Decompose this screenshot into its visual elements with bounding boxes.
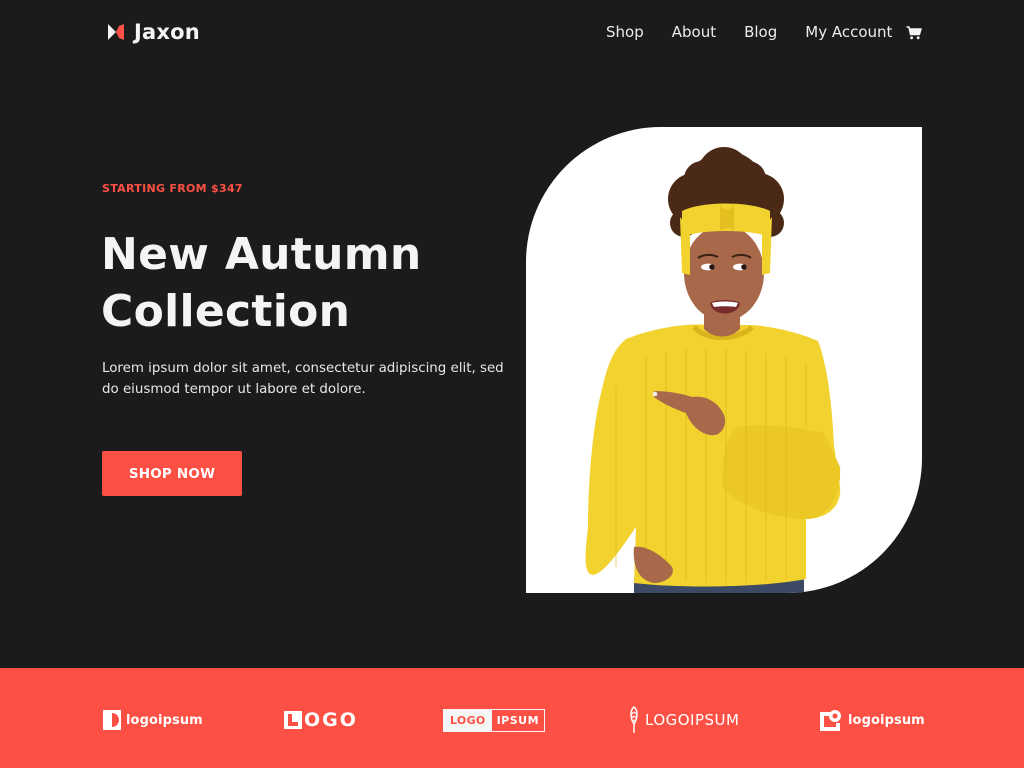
logo-2-letter-g: G — [322, 709, 338, 731]
brand-name: Jaxon — [134, 20, 200, 44]
hero-description: Lorem ipsum dolor sit amet, consectetur … — [102, 361, 504, 397]
half-circle-square-icon — [103, 710, 121, 730]
cart-button[interactable] — [906, 25, 923, 40]
nav-about[interactable]: About — [672, 23, 716, 41]
partner-logo-logo-ipsum-boxed: LOGO IPSUM — [443, 706, 546, 734]
shopping-cart-icon — [906, 25, 923, 39]
nav-blog[interactable]: Blog — [744, 23, 777, 41]
boxed-logo-right: IPSUM — [496, 713, 540, 727]
logo-2-letter-o: O — [304, 709, 321, 731]
hero-image — [526, 127, 922, 593]
logo-2-letter-o2: O — [339, 709, 356, 731]
square-l-icon — [284, 711, 302, 729]
hero-eyebrow-price: STARTING FROM $347 — [102, 182, 243, 195]
partner-logos-band: logoipsum O G O LOGO IPSUM LOGOIPSUM log… — [0, 668, 1024, 768]
hero-title-line-1: New Autumn — [101, 229, 422, 280]
bowtie-logo-icon — [108, 24, 124, 40]
partner-logo-logoipsum-2: logoipsum — [820, 706, 925, 734]
nav-shop[interactable]: Shop — [606, 23, 644, 41]
partner-logo-wheat: LOGOIPSUM — [628, 706, 739, 734]
partner-logo-logoipsum-1: logoipsum — [103, 706, 203, 734]
hero-title-line-2: Collection — [101, 286, 351, 337]
wheat-icon — [630, 706, 638, 733]
main-nav: Shop About Blog My Account — [606, 20, 923, 44]
brand-logo-link[interactable]: Jaxon — [107, 18, 200, 46]
logo-4-text: LOGOIPSUM — [645, 711, 740, 729]
shop-now-button[interactable]: SHOP NOW — [102, 451, 242, 496]
boxed-logo-left: LOGO — [444, 709, 492, 731]
partner-logo-logo: O G O — [284, 706, 356, 734]
nav-my-account[interactable]: My Account — [805, 23, 892, 41]
boxed-logo-frame: LOGO IPSUM — [443, 708, 546, 732]
square-pin-icon — [820, 710, 841, 731]
hero-title: New Autumn Collection — [101, 226, 521, 340]
logo-5-text: logoipsum — [848, 712, 925, 728]
logo-1-text: logoipsum — [126, 712, 203, 728]
site-header: Jaxon Shop About Blog My Account — [0, 0, 1024, 64]
model-illustration — [585, 147, 841, 593]
